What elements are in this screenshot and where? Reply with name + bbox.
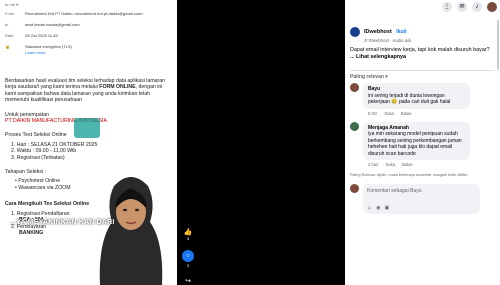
reply-link[interactable]: Balas (401, 111, 411, 116)
from-value: Recruitment Hrd PT Daikin <recruitment.h… (25, 11, 144, 16)
like-count: 3 (186, 236, 190, 241)
post-body: Dapat email interview kerja, tapi kok ma… (350, 47, 490, 53)
comment-input[interactable]: Komentari sebagai Bayu ☺ ◉ ▣ (363, 184, 480, 214)
learn-more-link[interactable]: Learn more (25, 50, 45, 55)
sticker-icon[interactable]: ☺ (367, 205, 372, 211)
comment-placeholder: Komentari sebagai Bayu (367, 188, 422, 194)
like-button[interactable]: 👍 3 (184, 228, 193, 241)
like-link[interactable]: Suka (385, 162, 395, 167)
stage-text: Psychotest Online (18, 178, 61, 185)
comment-time: 5 thn (368, 110, 378, 116)
post-header: IDwebhost Ikuti Jt IDwebhost · Audio asl… (345, 14, 500, 45)
grid-icon[interactable]: ⋮ (442, 1, 452, 12)
video-caption: ...YA MEYAKINKAN KAN DARI (10, 219, 115, 226)
date-value: 28 Oct 2025 11.45 (25, 33, 58, 38)
reply-link[interactable]: Balas (402, 162, 412, 167)
divider (350, 70, 495, 71)
commenter-name[interactable]: Bayu (368, 86, 380, 92)
comment-text: iya min sekarang model penipuan sudah be… (368, 131, 462, 157)
stage-text: Wawancara via ZOOM (18, 184, 71, 191)
avatar-icon[interactable] (487, 1, 497, 12)
lock-icon: 🔒 (5, 44, 10, 49)
from-key: From (5, 11, 15, 16)
process-item: 3. Registrasi (Terbatas) (11, 154, 65, 161)
to-key: to (5, 22, 9, 27)
commenter-avatar[interactable] (350, 83, 359, 92)
post-author[interactable]: IDwebhost (364, 29, 392, 35)
page-avatar[interactable] (350, 26, 360, 37)
comment-composer: Komentari sebagai Bayu ☺ ◉ ▣ (345, 181, 500, 217)
presenter-figure (99, 177, 163, 285)
post-text: Dapat email interview kerja, tapi kok ma… (345, 45, 500, 63)
gif-icon[interactable]: ▣ (384, 205, 389, 211)
video-controls: 👍 3 ○ 3 ↪ (182, 228, 194, 285)
camera-icon[interactable]: ◉ (376, 205, 380, 211)
top-navbar: ⋮ ✉ ♪ (348, 0, 500, 13)
filter-note: Paling Relevan dipilih, maka beberapa ko… (350, 173, 469, 177)
comment-button[interactable]: ○ (182, 250, 194, 262)
commenter-name[interactable]: Menjaga Amanah (368, 125, 409, 131)
email-video-frame: to me ▾ From Recruitment Hrd PT Daikin <r… (0, 0, 177, 285)
share-icon[interactable]: ↪ (185, 277, 191, 285)
date-key: Date (5, 33, 14, 38)
commenter-avatar[interactable] (350, 121, 359, 131)
email-paragraph: Berdasarkan hasil evaluasi tim seleksi t… (5, 78, 172, 104)
see-more-link[interactable]: ... Lihat selengkapnya (350, 54, 406, 60)
messenger-icon[interactable]: ✉ (457, 1, 467, 12)
encryption-value: Standard encryption (TLS) (25, 44, 72, 49)
email-to-line: to me ▾ (5, 2, 19, 7)
comment-text: ini sering terjadi di dunia lowongan pek… (368, 92, 451, 106)
user-avatar (350, 184, 359, 193)
comment-bubble: Menjaga Amanah iya min sekarang model pe… (363, 121, 470, 160)
comment-bubble: Bayu ini sering terjadi di dunia lowonga… (363, 83, 470, 109)
comment-count: 3 (186, 263, 190, 268)
comment-time: 2 hari (368, 162, 379, 167)
comment: Menjaga Amanah iya min sekarang model pe… (345, 119, 500, 171)
scrollbar[interactable] (497, 20, 499, 70)
para-bold: FORM ONLINE (99, 84, 136, 91)
post-meta: Jt IDwebhost · Audio asli (364, 38, 412, 43)
comment-actions: 5 thn Suka Balas (368, 111, 470, 116)
composer-icons: ☺ ◉ ▣ (367, 205, 389, 211)
video-letterbox (177, 0, 345, 285)
follow-link[interactable]: Ikuti (396, 29, 406, 35)
comment: Bayu ini sering terjadi di dunia lowonga… (345, 80, 500, 119)
comments-panel: IDwebhost Ikuti Jt IDwebhost · Audio asl… (345, 0, 500, 285)
comment-actions: 2 hari Suka Balas (368, 162, 470, 167)
to-value: dewi.lestari.nanda@gmail.com (25, 22, 80, 27)
email-header: to me ▾ From Recruitment Hrd PT Daikin <r… (0, 0, 177, 60)
daikin-logo-overlay (74, 118, 100, 138)
like-link[interactable]: Suka (384, 111, 394, 116)
bell-icon[interactable]: ♪ (472, 1, 482, 12)
